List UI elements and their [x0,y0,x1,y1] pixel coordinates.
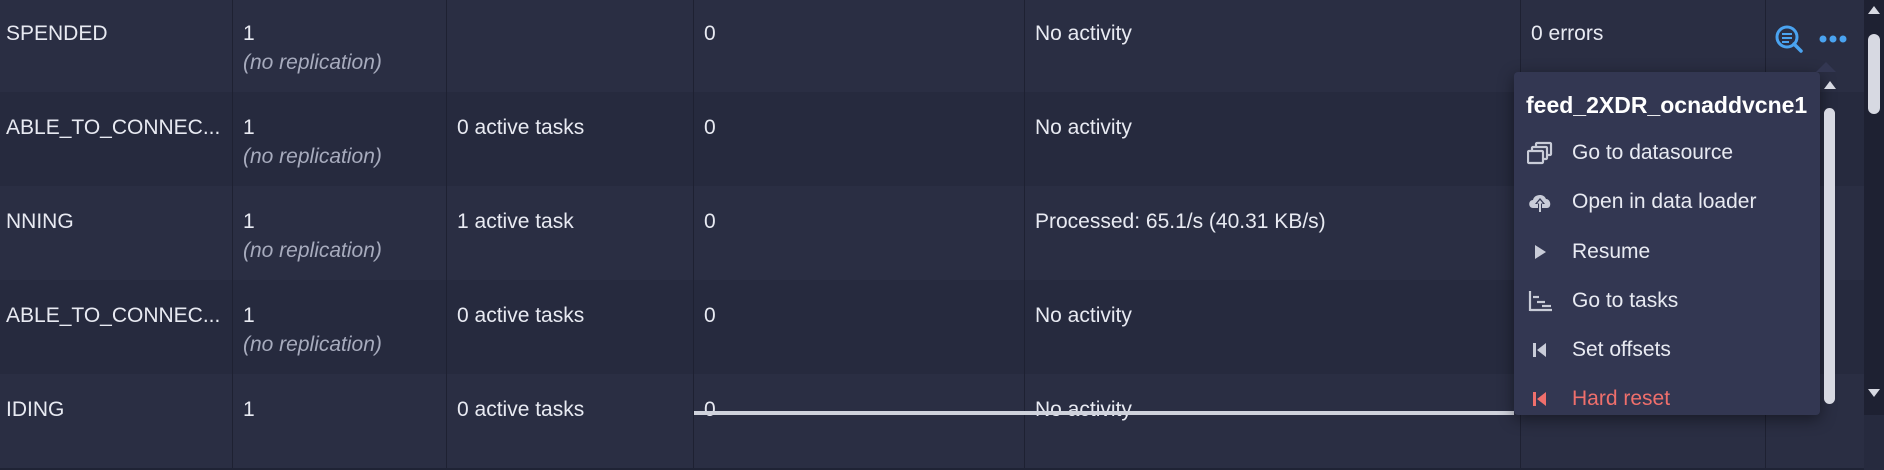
lag-cell: 0 [694,0,1025,92]
menu-item-label: Go to tasks [1572,289,1679,312]
lag-value: 0 [704,210,716,233]
scroll-down-icon[interactable] [1867,388,1881,398]
menu-item-label: Set offsets [1572,338,1671,361]
replicas-cell: 1 (no replication) [233,186,447,280]
menu-scroll-up-icon[interactable] [1823,80,1837,90]
activity-cell: No activity [1025,374,1521,468]
replicas-cell: 1 (no replication) [233,280,447,374]
replication-note: (no replication) [243,333,382,356]
activity-cell: No activity [1025,92,1521,186]
row-actions-menu: feed_2XDR_ocnaddvcne1 Go to datasource O… [1514,62,1836,415]
replicas-count: 1 [243,304,255,327]
menu-item-resume[interactable]: Resume [1526,232,1650,272]
tasks-cell: 1 active task [447,186,694,280]
tasks-text[interactable]: 0 active tasks [457,398,584,422]
lag-value: 0 [704,116,716,139]
search-icon[interactable] [1774,24,1804,54]
replicas-cell: 1 (no replication) [233,92,447,186]
activity-cell: No activity [1025,280,1521,374]
activity-text: Processed: 65.1/s (40.31 KB/s) [1035,210,1326,233]
menu-scrollbar[interactable] [1820,78,1838,415]
status-text: IDING [6,398,65,421]
status-text: ABLE_TO_CONNEC... [6,116,221,139]
menu-caret [1816,62,1836,72]
scroll-up-icon[interactable] [1867,5,1881,15]
menu-item-go-to-tasks[interactable]: Go to tasks [1526,281,1678,321]
errors-text[interactable]: 0 errors [1531,22,1603,46]
activity-text: No activity [1035,304,1132,327]
horizontal-scrollbar[interactable] [694,411,1514,415]
lag-value: 0 [704,304,716,327]
replication-note: (no replication) [243,51,382,74]
replicas-count: 1 [243,116,255,139]
status-cell: NNING [0,186,233,280]
menu-item-open-in-data-loader[interactable]: Open in data loader [1526,182,1756,222]
tasks-cell: 0 active tasks [447,92,694,186]
activity-text: No activity [1035,22,1132,45]
replication-note: (no replication) [243,145,382,168]
replicas-cell: 1 (no replication) [233,0,447,92]
lag-cell: 0 [694,92,1025,186]
cloud-upload-icon [1526,188,1554,216]
tasks-cell: 0 active tasks [447,280,694,374]
lag-cell: 0 [694,280,1025,374]
tasks-icon [1526,287,1554,315]
status-text: ABLE_TO_CONNEC... [6,304,221,327]
more-options-icon[interactable] [1818,24,1848,54]
status-cell: IDING [0,374,233,468]
tasks-cell: 0 active tasks [447,374,694,468]
datasource-icon [1526,139,1554,167]
menu-title: feed_2XDR_ocnaddvcne1 [1526,92,1808,118]
row-actions [1774,24,1848,54]
play-icon [1526,238,1554,266]
lag-value: 0 [704,22,716,45]
menu-item-set-offsets[interactable]: Set offsets [1526,330,1671,370]
menu-scrollbar-thumb[interactable] [1824,108,1835,404]
hard-reset-icon [1526,385,1554,413]
status-cell: ABLE_TO_CONNEC... [0,280,233,374]
tasks-text[interactable]: 0 active tasks [457,116,584,140]
status-text: SPENDED [6,22,108,45]
scrollbar-thumb[interactable] [1868,34,1880,114]
replicas-count: 1 [243,398,255,421]
menu-item-hard-reset[interactable]: Hard reset [1526,379,1670,419]
tasks-text[interactable]: 1 active task [457,210,574,234]
skip-back-icon [1526,336,1554,364]
menu-item-label: Go to datasource [1572,141,1734,164]
tasks-cell [447,0,694,92]
menu-item-label: Resume [1572,240,1651,263]
activity-text: No activity [1035,116,1132,139]
lag-cell: 0 [694,374,1025,468]
replication-note: (no replication) [243,239,382,262]
status-cell: SPENDED [0,0,233,92]
tasks-text[interactable]: 0 active tasks [457,304,584,328]
replicas-count: 1 [243,210,255,233]
status-text: NNING [6,210,74,233]
activity-text: No activity [1035,398,1132,421]
status-cell: ABLE_TO_CONNEC... [0,92,233,186]
vertical-scrollbar[interactable] [1864,0,1884,415]
replicas-cell: 1 [233,374,447,468]
menu-item-label: Hard reset [1572,387,1671,410]
replicas-count: 1 [243,22,255,45]
activity-cell: Processed: 65.1/s (40.31 KB/s) [1025,186,1521,280]
menu-item-go-to-datasource[interactable]: Go to datasource [1526,133,1733,173]
lag-value: 0 [704,398,716,421]
menu-item-label: Open in data loader [1572,190,1757,213]
activity-cell: No activity [1025,0,1521,92]
lag-cell: 0 [694,186,1025,280]
